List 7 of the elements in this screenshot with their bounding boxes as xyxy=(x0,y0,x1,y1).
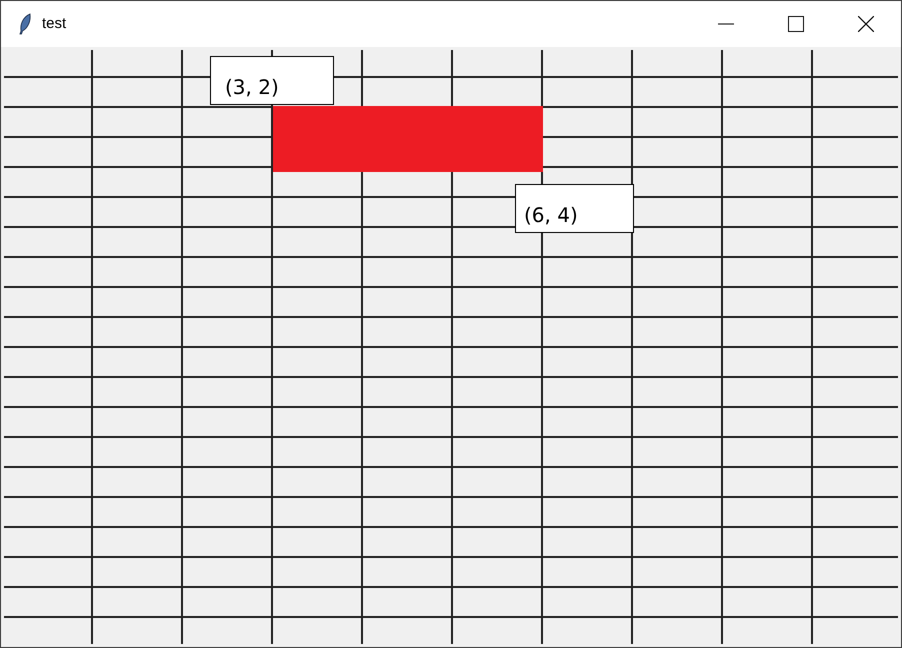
maximize-icon xyxy=(788,16,804,32)
coordinate-label: (6, 4) xyxy=(515,184,634,233)
window-title: test xyxy=(42,14,66,34)
coordinate-label: (3, 2) xyxy=(210,56,334,105)
feather-icon xyxy=(18,13,32,35)
minimize-icon xyxy=(718,23,734,25)
close-icon xyxy=(858,16,874,32)
